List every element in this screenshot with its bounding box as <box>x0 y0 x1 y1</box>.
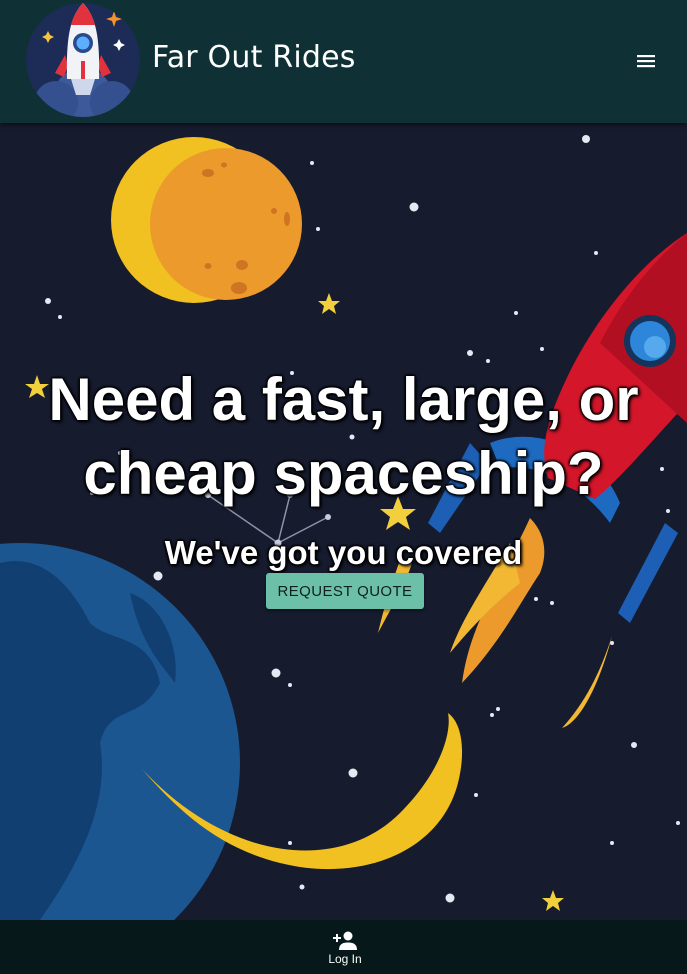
hero-subheadline: We've got you covered <box>164 534 523 571</box>
hero-headline: Need a fast, large, or cheap spaceship? <box>48 366 639 507</box>
space-illustration <box>0 123 687 920</box>
person-add-icon <box>333 931 357 950</box>
request-quote-button[interactable]: REQUEST QUOTE <box>266 573 424 609</box>
bottom-navigation: Log In <box>0 920 687 974</box>
app-title: Far Out Rides <box>152 40 356 75</box>
rocket-logo-icon[interactable] <box>26 3 140 117</box>
hamburger-menu-icon <box>637 55 655 68</box>
menu-button[interactable] <box>630 48 662 74</box>
nav-item-login-label: Log In <box>328 952 362 966</box>
nav-item-login[interactable]: Log In <box>310 920 380 974</box>
app-bar: Far Out Rides <box>0 0 687 123</box>
hero-section: Need a fast, large, or cheap spaceship? … <box>0 123 687 920</box>
